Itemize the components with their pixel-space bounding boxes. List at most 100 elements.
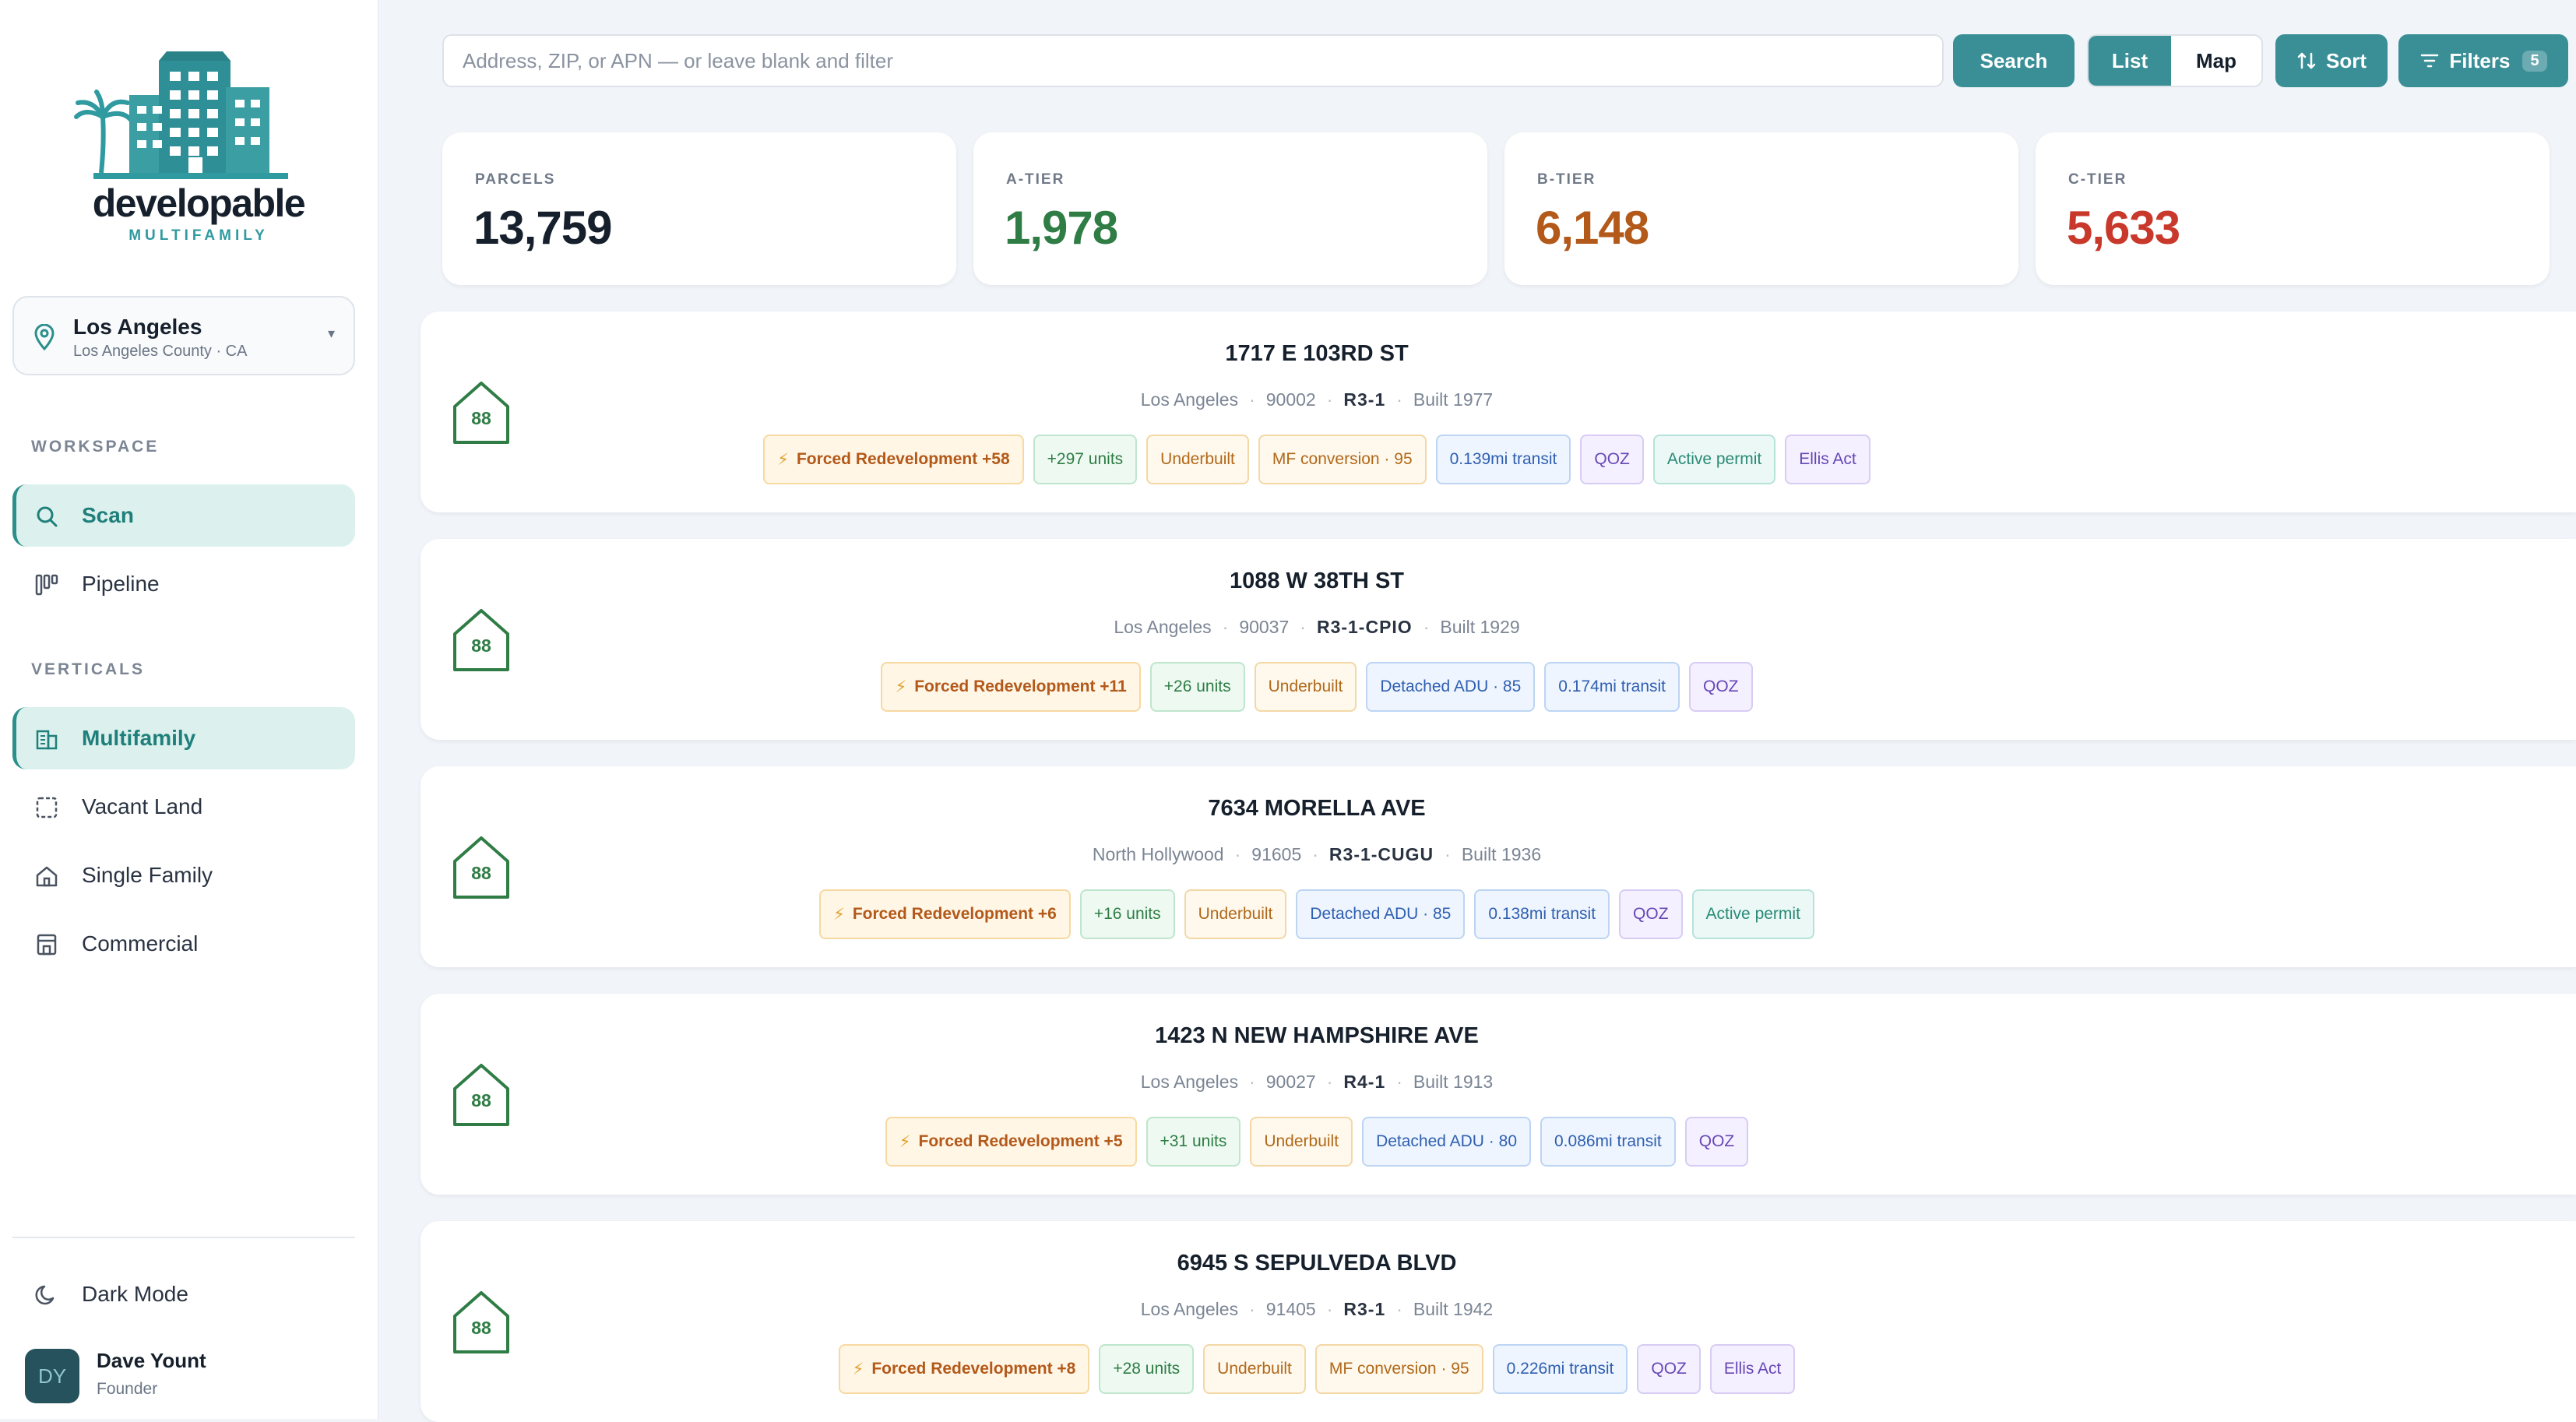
lightning-icon: ⚡ [777, 450, 789, 469]
parcel-card[interactable]: 88 1717 E 103RD ST Los Angeles · 90002 · R3-1 ·… [421, 312, 2576, 512]
stat-card-c-tier: C-TIER 5,633 [2036, 132, 2550, 285]
sort-button-label: Sort [2326, 48, 2367, 72]
parcel-tag[interactable]: ⚡ Forced Redevelopment +58 [763, 435, 1024, 484]
parcel-tag[interactable]: Detached ADU · 85 [1366, 662, 1536, 712]
house-icon [36, 866, 58, 887]
parcel-tag[interactable]: Underbuilt [1146, 435, 1249, 484]
parcel-tag-label: 0.139mi transit [1449, 450, 1557, 468]
parcel-tag[interactable]: Detached ADU · 85 [1296, 889, 1466, 939]
parcel-tag-label: Forced Redevelopment +58 [796, 450, 1010, 468]
parcel-tag[interactable]: MF conversion · 95 [1258, 435, 1427, 484]
parcel-tag[interactable]: Active permit [1691, 889, 1814, 939]
chevron-down-icon[interactable]: ▾ [328, 326, 335, 342]
parcel-tag-label: +297 units [1047, 450, 1124, 468]
parcel-address: 1717 E 103RD ST [1225, 341, 1409, 366]
brand-subtitle: MULTIFAMILY [128, 227, 269, 244]
parcel-tag[interactable]: +31 units [1145, 1117, 1241, 1167]
parcel-tag[interactable]: QOZ [1684, 1117, 1749, 1167]
sidebar-item-pipeline[interactable]: Pipeline [12, 553, 355, 615]
parcel-tags: ⚡ Forced Redevelopment +5 +31 units Underbu… [421, 1117, 2213, 1167]
stat-label: A-TIER [1006, 171, 1065, 188]
sidebar-item-multifamily[interactable]: Multifamily [12, 707, 355, 769]
parcel-tag-label: QOZ [1594, 450, 1630, 468]
parcel-card[interactable]: 88 6945 S SEPULVEDA BLVD Los Angeles · 91405… [421, 1221, 2576, 1422]
search-input[interactable] [442, 34, 1944, 87]
store-icon [37, 934, 57, 956]
parcel-address: 7634 MORELLA AVE [1208, 796, 1426, 821]
workspace-section-label: WORKSPACE [31, 438, 160, 456]
view-toggle: List Map [2087, 34, 2263, 87]
parcel-tag[interactable]: +16 units [1079, 889, 1175, 939]
separator: · [1396, 389, 1402, 410]
sidebar-divider [12, 1237, 355, 1238]
stat-value: 5,633 [2067, 202, 2180, 254]
parcel-tag[interactable]: MF conversion · 95 [1314, 1344, 1483, 1394]
separator: · [1326, 1299, 1333, 1319]
parcel-tag[interactable]: QOZ [1689, 662, 1753, 712]
parcel-tag[interactable]: ⚡ Forced Redevelopment +11 [881, 662, 1141, 712]
sort-button[interactable]: Sort [2275, 34, 2388, 87]
parcel-tag-label: Forced Redevelopment +5 [918, 1132, 1123, 1150]
sidebar-item-single-family[interactable]: Single Family [12, 844, 355, 906]
parcel-address: 1423 N NEW HAMPSHIRE AVE [1155, 1023, 1479, 1048]
parcel-tag-label: Ellis Act [1799, 450, 1856, 468]
parcel-card[interactable]: 88 1088 W 38TH ST Los Angeles · 90037 · R3-1-C… [421, 539, 2576, 740]
parcel-tag[interactable]: Detached ADU · 80 [1362, 1117, 1531, 1167]
filter-lines-icon [2421, 54, 2439, 68]
parcel-tag[interactable]: ⚡ Forced Redevelopment +6 [819, 889, 1071, 939]
parcel-tag[interactable]: Underbuilt [1184, 889, 1287, 939]
parcel-tag-label: +28 units [1113, 1360, 1181, 1378]
sidebar-item-label: Vacant Land [82, 794, 203, 818]
brand-logo[interactable]: developable MULTIFAMILY [47, 48, 343, 251]
view-list-button[interactable]: List [2089, 36, 2171, 86]
parcel-meta: Los Angeles · 90037 · R3-1-CPIO · Built 1929 [421, 617, 2213, 638]
parcel-tag[interactable]: ⚡ Forced Redevelopment +5 [885, 1117, 1137, 1167]
parcel-tag[interactable]: QOZ [1580, 435, 1644, 484]
parcel-tag[interactable]: Ellis Act [1785, 435, 1870, 484]
parcel-tag[interactable]: 0.138mi transit [1474, 889, 1610, 939]
sidebar-item-commercial[interactable]: Commercial [12, 913, 355, 975]
view-map-button[interactable]: Map [2171, 36, 2261, 86]
parcel-tag[interactable]: QOZ [1637, 1344, 1701, 1394]
parcel-tag[interactable]: Underbuilt [1203, 1344, 1306, 1394]
sidebar-item-vacant-land[interactable]: Vacant Land [12, 776, 355, 838]
parcel-card[interactable]: 88 7634 MORELLA AVE North Hollywood · 91605 ·… [421, 766, 2576, 967]
filters-count-badge: 5 [2522, 50, 2547, 72]
parcel-tag[interactable]: Active permit [1652, 435, 1776, 484]
filters-button[interactable]: Filters 5 [2398, 34, 2568, 87]
parcel-tag-label: Detached ADU · 85 [1380, 678, 1522, 695]
parcel-tag[interactable]: QOZ [1619, 889, 1683, 939]
parcel-tag-label: Detached ADU · 80 [1376, 1132, 1517, 1150]
location-selector[interactable]: Los Angeles Los Angeles County · CA ▾ [12, 296, 355, 375]
parcel-tag[interactable]: 0.174mi transit [1544, 662, 1680, 712]
parcel-city: Los Angeles [1140, 1072, 1239, 1092]
parcel-built: Built 1929 [1440, 617, 1520, 637]
parcel-tag[interactable]: +297 units [1033, 435, 1138, 484]
parcel-city: North Hollywood [1092, 844, 1224, 864]
parcel-city: Los Angeles [1140, 389, 1239, 410]
sidebar-item-scan[interactable]: Scan [12, 484, 355, 547]
location-county: Los Angeles County · CA [73, 343, 248, 360]
user-role: Founder [97, 1380, 158, 1398]
separator: · [1249, 389, 1255, 410]
parcel-tag[interactable]: +26 units [1149, 662, 1245, 712]
parcel-tag[interactable]: ⚡ Forced Redevelopment +8 [838, 1344, 1090, 1394]
parcel-tag[interactable]: 0.139mi transit [1435, 435, 1571, 484]
parcel-card[interactable]: 88 1423 N NEW HAMPSHIRE AVE Los Angeles · 90… [421, 994, 2576, 1195]
sidebar-item-label: Single Family [82, 863, 213, 887]
parcel-tag[interactable]: Underbuilt [1250, 1117, 1353, 1167]
search-button[interactable]: Search [1953, 34, 2075, 87]
sort-arrows-icon [2297, 52, 2316, 69]
parcel-tag[interactable]: 0.086mi transit [1540, 1117, 1676, 1167]
user-profile[interactable]: DY Dave Yount Founder [25, 1349, 352, 1411]
parcel-tag[interactable]: +28 units [1099, 1344, 1195, 1394]
parcel-tag[interactable]: 0.226mi transit [1492, 1344, 1628, 1394]
dark-mode-toggle[interactable]: Dark Mode [12, 1263, 355, 1325]
score-value: 88 [471, 1090, 491, 1110]
separator: · [1300, 617, 1306, 637]
stat-label: B-TIER [1537, 171, 1596, 188]
parcel-tag[interactable]: Ellis Act [1709, 1344, 1796, 1394]
parcel-zone: R3-1-CUGU [1328, 844, 1434, 864]
parcel-zone: R4-1 [1343, 1072, 1386, 1092]
parcel-tag[interactable]: Underbuilt [1254, 662, 1357, 712]
